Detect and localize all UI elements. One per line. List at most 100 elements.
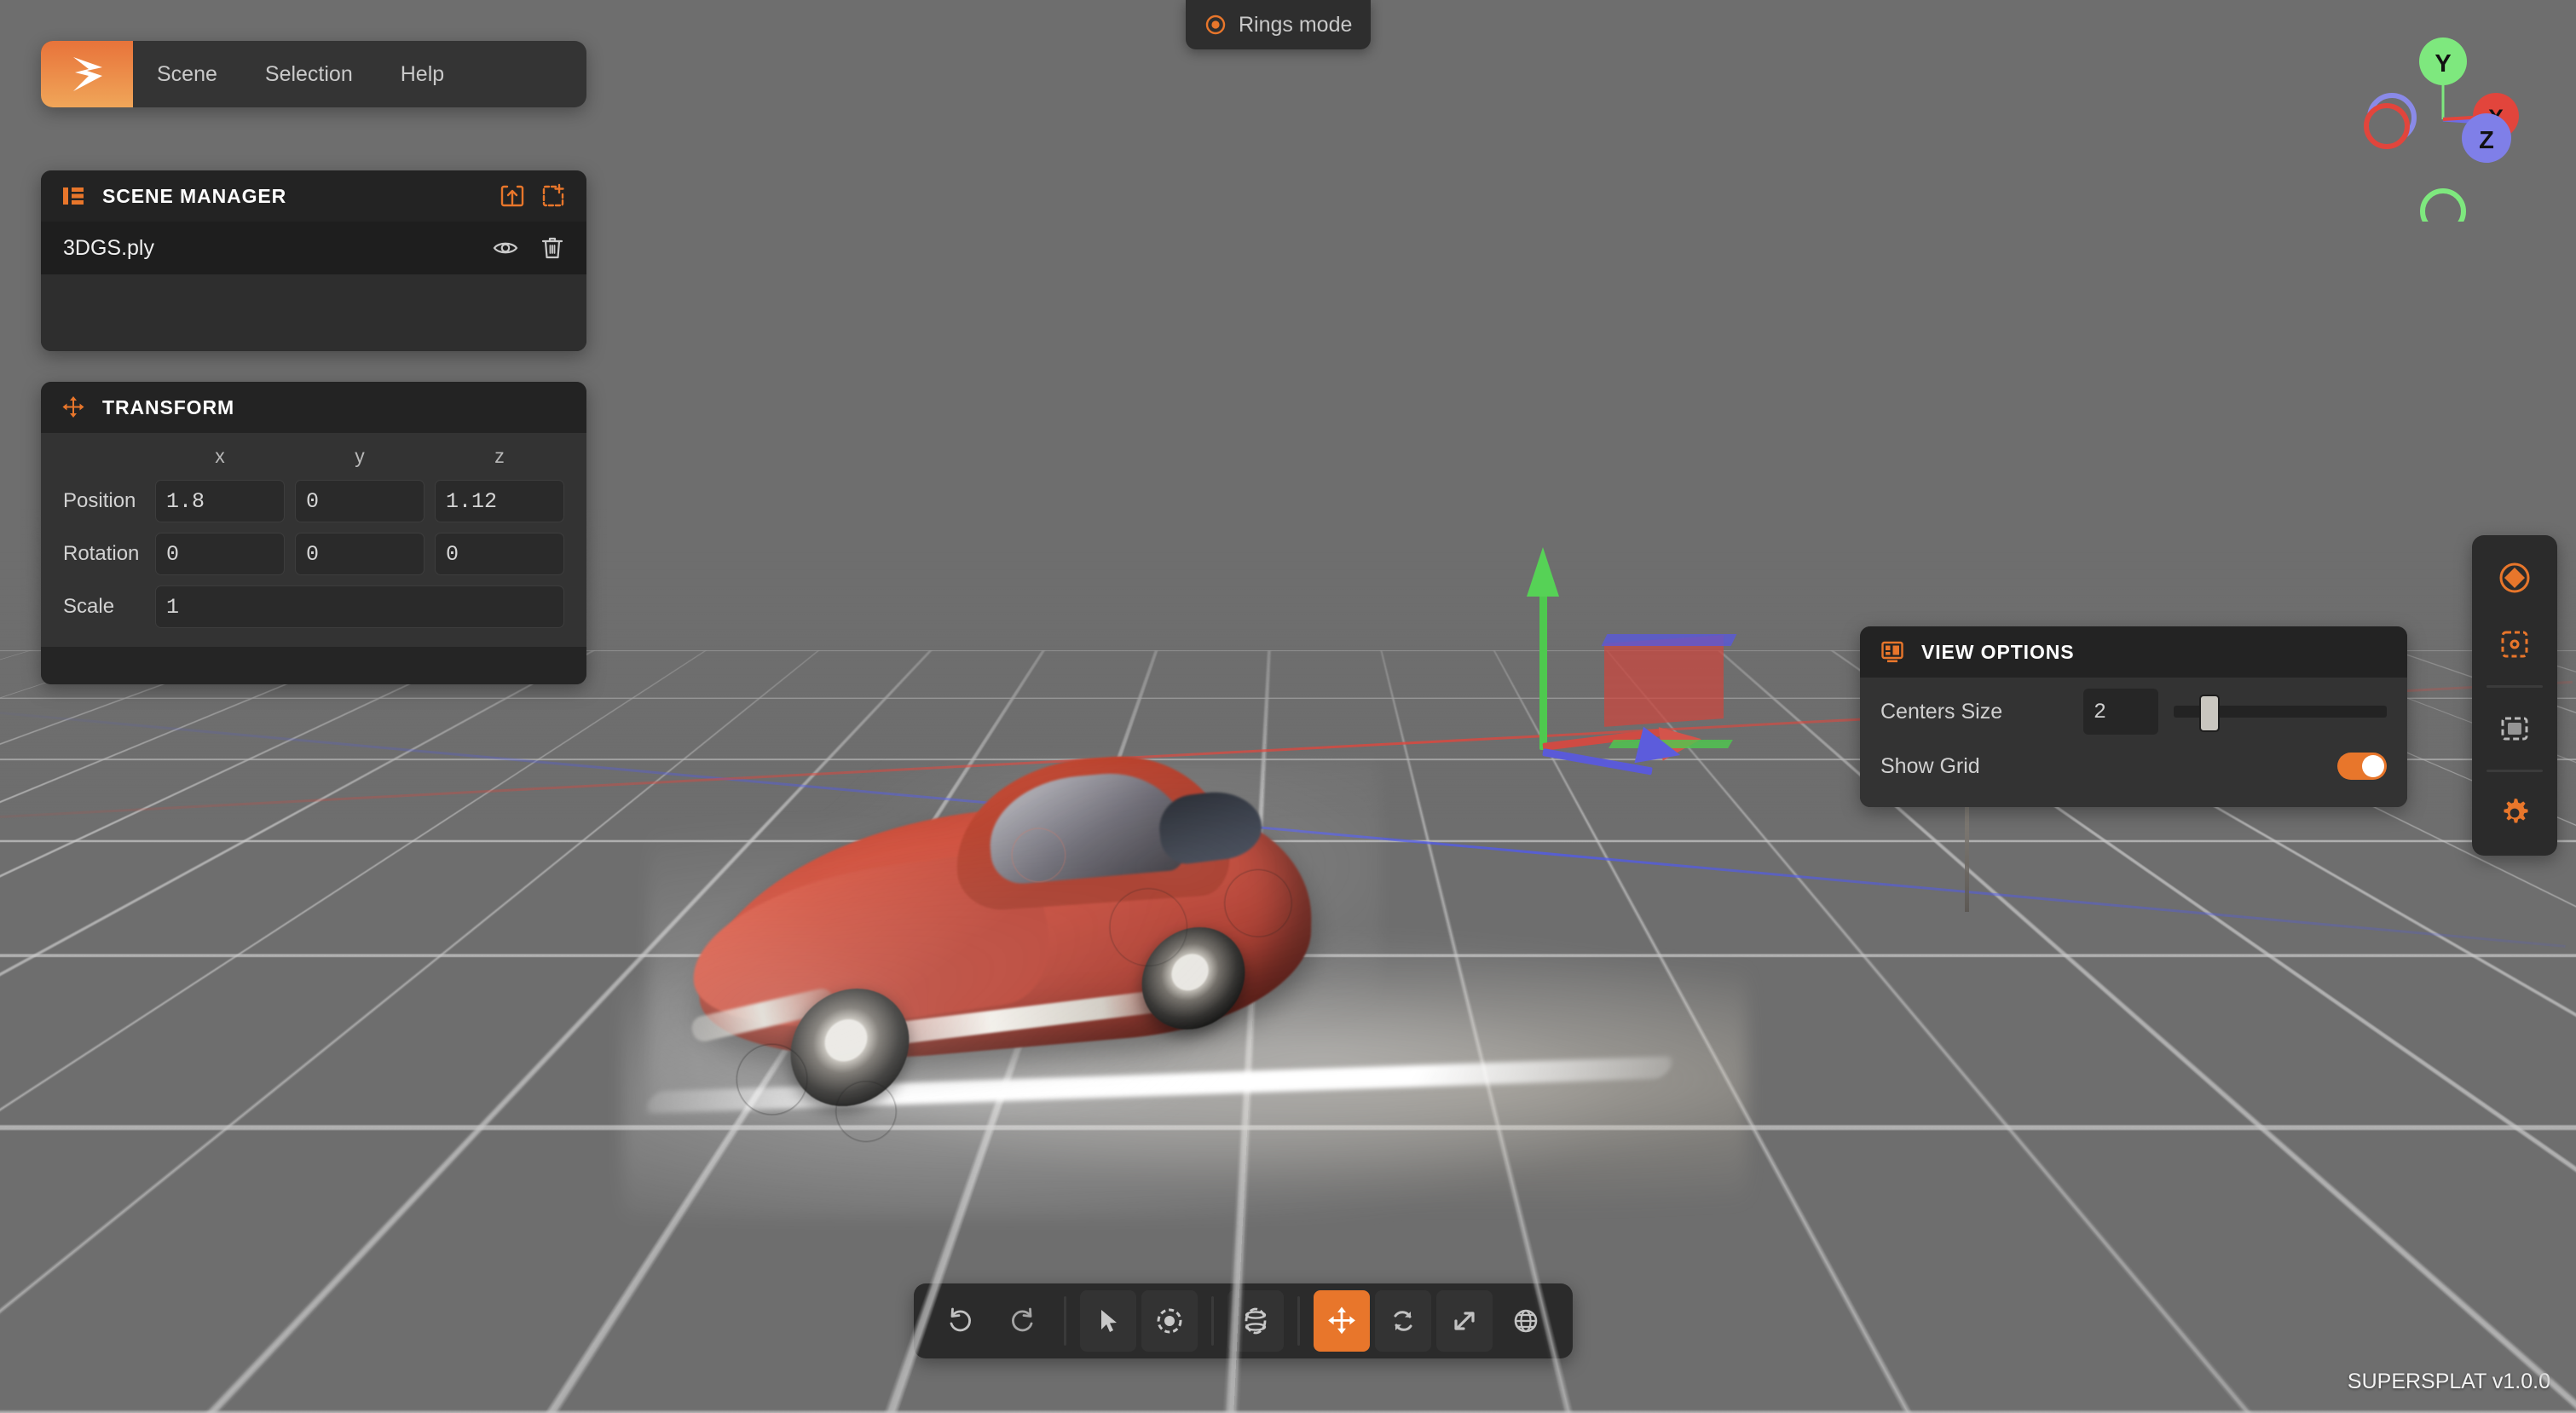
list-item[interactable]: 3DGS.ply	[41, 222, 586, 274]
scene-list-icon	[61, 184, 85, 208]
rotation-x-input[interactable]: 0	[155, 533, 285, 575]
undo-icon	[944, 1305, 977, 1337]
position-x-input[interactable]: 1.8	[155, 480, 285, 522]
move-arrows-icon	[1326, 1306, 1357, 1336]
menu-item-help-label: Help	[401, 62, 444, 87]
menu-item-help[interactable]: Help	[377, 41, 468, 107]
cursor-arrow-icon	[1094, 1306, 1123, 1335]
tool-rail-divider-1	[2486, 685, 2543, 688]
menu-item-selection-label: Selection	[265, 62, 353, 87]
rotation-y-input[interactable]: 0	[295, 533, 425, 575]
show-grid-row: Show Grid	[1860, 739, 2407, 793]
show-grid-toggle[interactable]	[2337, 753, 2387, 780]
scale-diagonal-icon	[1449, 1306, 1480, 1336]
menu-bar: Scene Selection Help	[41, 41, 586, 107]
new-scene-icon[interactable]	[540, 183, 566, 209]
centers-size-label: Centers Size	[1880, 700, 2002, 724]
rotate-icon	[1388, 1306, 1418, 1336]
transform-header: TRANSFORM	[41, 382, 586, 433]
selection-mask-button[interactable]	[2484, 698, 2545, 759]
tool-rail-divider-2	[2486, 770, 2543, 772]
scene-manager-header: SCENE MANAGER	[41, 170, 586, 222]
sphere-icon	[1239, 1305, 1272, 1337]
toolbar-divider-2	[1211, 1296, 1214, 1346]
menu-item-scene-label: Scene	[157, 62, 217, 87]
brush-select-button[interactable]	[1141, 1290, 1198, 1352]
position-label: Position	[63, 489, 145, 513]
right-tool-rail	[2472, 535, 2557, 856]
position-y-input[interactable]: 0	[295, 480, 425, 522]
transform-footer	[41, 647, 586, 684]
svg-text:Z: Z	[2479, 127, 2494, 154]
view-options-icon	[1880, 640, 1904, 664]
scale-label: Scale	[63, 595, 145, 619]
gizmo-plane-xz[interactable]	[1602, 634, 1737, 646]
menu-items: Scene Selection Help	[133, 41, 586, 107]
scene-item-name: 3DGS.ply	[63, 236, 154, 261]
bounding-box-button[interactable]	[2484, 614, 2545, 675]
menu-item-selection[interactable]: Selection	[241, 41, 377, 107]
app-version-label: SUPERSPLAT v1.0.0	[2348, 1370, 2550, 1394]
transform-title: TRANSFORM	[102, 396, 234, 419]
redo-button[interactable]	[994, 1290, 1050, 1352]
dashed-frame-square-icon	[2496, 710, 2533, 747]
undo-button[interactable]	[933, 1290, 989, 1352]
rings-mode-label: Rings mode	[1239, 13, 1352, 37]
rotate-tool-button[interactable]	[1375, 1290, 1431, 1352]
view-options-title: VIEW OPTIONS	[1921, 641, 2074, 664]
svg-text:Y: Y	[2434, 50, 2451, 78]
dashed-circle-dot-icon	[1153, 1305, 1186, 1337]
axis-gizmo-svg[interactable]: X Y Z	[2354, 17, 2559, 222]
transform-axis-y-header: y	[295, 445, 425, 470]
rotation-z-input[interactable]: 0	[435, 533, 564, 575]
transform-panel: TRANSFORM x y z Position 1.8 0 1.12 Rota…	[41, 382, 586, 684]
move-icon	[61, 395, 85, 419]
view-options-panel: VIEW OPTIONS Centers Size 2 Show Grid	[1860, 626, 2407, 807]
rings-mode-icon	[1204, 14, 1227, 36]
globe-icon	[1510, 1306, 1541, 1336]
centers-size-input[interactable]: 2	[2083, 689, 2158, 735]
centers-size-slider[interactable]	[2174, 689, 2387, 734]
sphere-select-button[interactable]	[1227, 1290, 1284, 1352]
toolbar-divider-3	[1297, 1296, 1300, 1346]
scene-manager-title: SCENE MANAGER	[102, 185, 286, 208]
world-space-button[interactable]	[1498, 1290, 1554, 1352]
picker-select-button[interactable]	[1080, 1290, 1136, 1352]
rotation-label: Rotation	[63, 542, 145, 566]
scene-manager-actions	[500, 183, 566, 209]
scene-manager-panel: SCENE MANAGER 3DGS.ply	[41, 170, 586, 351]
toolbar-divider-1	[1064, 1296, 1066, 1346]
gizmo-axis-y-arrow[interactable]	[1527, 547, 1559, 597]
dashed-box-dot-icon	[2496, 626, 2533, 663]
app-logo-icon[interactable]	[41, 41, 133, 107]
translate-tool-button[interactable]	[1314, 1290, 1370, 1352]
bottom-toolbar	[914, 1283, 1573, 1358]
scene-manager-empty-area	[41, 274, 586, 351]
show-grid-label: Show Grid	[1880, 754, 1980, 779]
transform-axis-z-header: z	[435, 445, 564, 470]
scale-input[interactable]: 1	[155, 585, 564, 628]
view-options-body: Centers Size 2 Show Grid	[1860, 678, 2407, 807]
scene-item-tools	[493, 235, 564, 261]
settings-button[interactable]	[2484, 782, 2545, 844]
view-axis-gizmo[interactable]: X Y Z	[2354, 17, 2559, 222]
splat-render-mode-button[interactable]	[2484, 547, 2545, 608]
rings-mode-tooltip: Rings mode	[1186, 0, 1371, 49]
menu-item-scene[interactable]: Scene	[133, 41, 241, 107]
eye-icon[interactable]	[493, 235, 518, 261]
import-icon[interactable]	[500, 183, 525, 209]
scale-tool-button[interactable]	[1436, 1290, 1493, 1352]
transform-grid: x y z Position 1.8 0 1.12 Rotation 0 0 0…	[63, 445, 564, 628]
redo-icon	[1006, 1305, 1038, 1337]
show-grid-toggle-knob	[2362, 755, 2384, 777]
transform-body: x y z Position 1.8 0 1.12 Rotation 0 0 0…	[41, 433, 586, 647]
trash-icon[interactable]	[540, 235, 564, 261]
scene-manager-list: 3DGS.ply	[41, 222, 586, 351]
position-z-input[interactable]: 1.12	[435, 480, 564, 522]
view-options-header: VIEW OPTIONS	[1860, 626, 2407, 678]
superSplat-logo-icon	[66, 52, 107, 96]
gear-icon	[2497, 795, 2533, 831]
centers-size-slider-thumb[interactable]	[2199, 695, 2220, 732]
gaussian-splat-model[interactable]	[597, 707, 2046, 1236]
transform-axis-x-header: x	[155, 445, 285, 470]
